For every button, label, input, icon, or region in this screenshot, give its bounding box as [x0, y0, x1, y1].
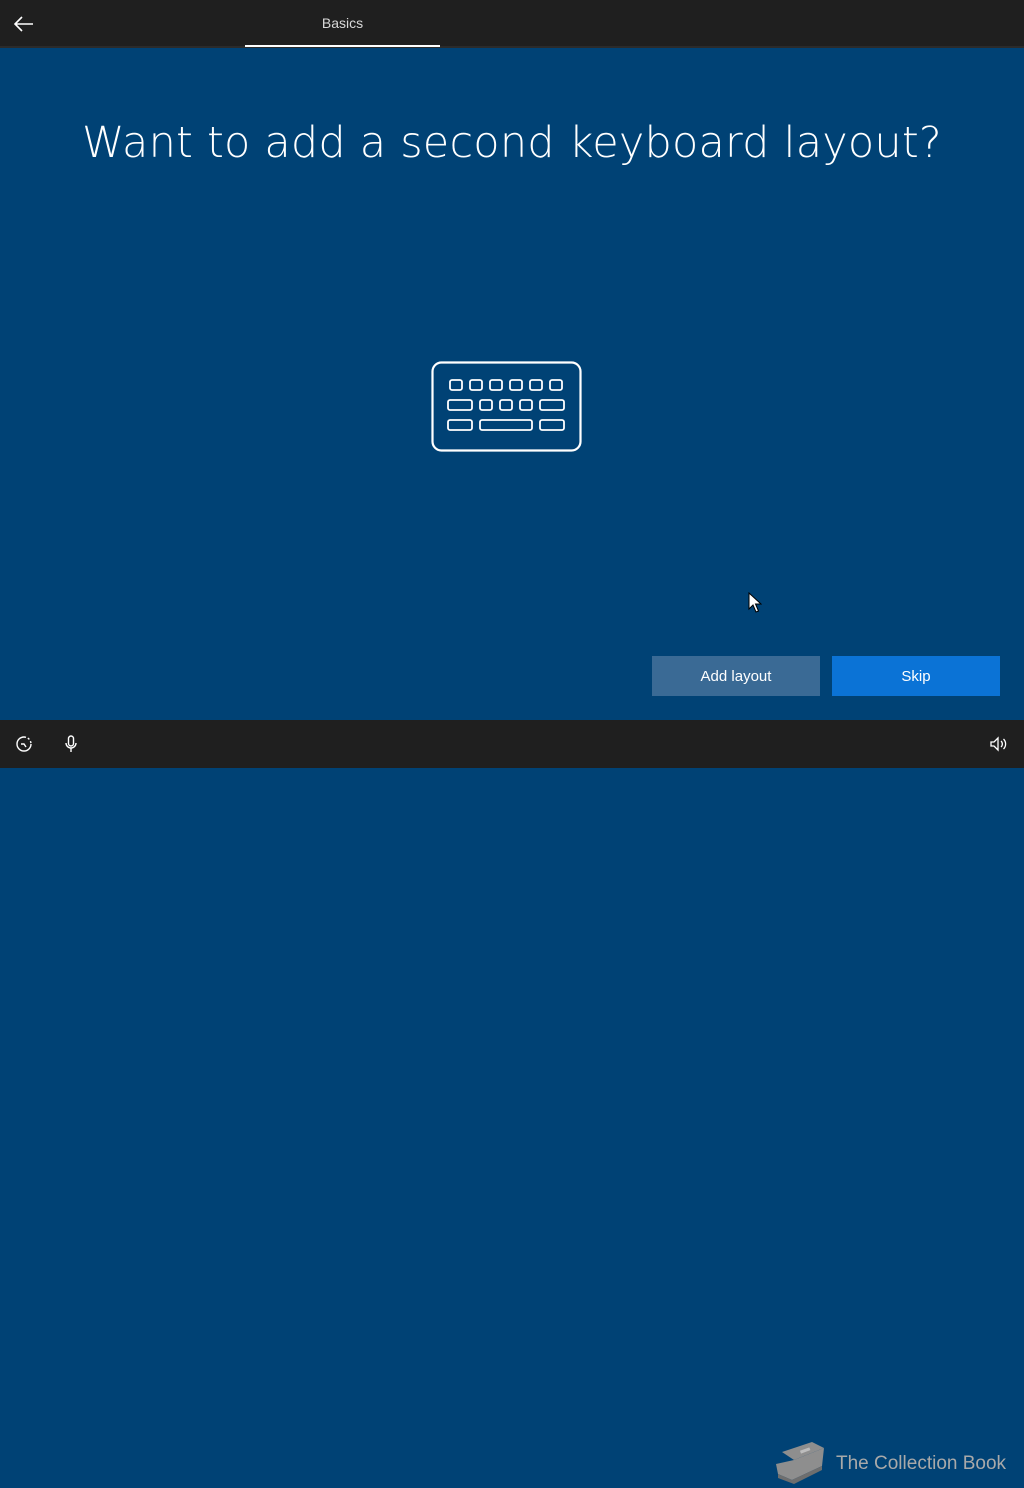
microphone-icon[interactable] — [59, 732, 83, 756]
mouse-pointer-icon — [748, 591, 763, 614]
watermark: The Collection Book — [772, 1440, 1006, 1488]
book-icon — [776, 1442, 824, 1484]
keyboard-icon — [431, 361, 582, 452]
ease-of-access-icon[interactable] — [12, 732, 36, 756]
bottom-bar: The Collection Book — [0, 720, 1024, 1484]
tab-basics[interactable]: Basics — [245, 0, 440, 46]
watermark-text: The Collection Book — [836, 1453, 1007, 1474]
volume-icon[interactable] — [986, 732, 1010, 756]
add-layout-button[interactable]: Add layout — [652, 656, 820, 696]
top-bar: Basics — [0, 0, 1024, 48]
tab-active-indicator — [245, 45, 440, 47]
back-arrow-icon[interactable] — [8, 8, 40, 40]
skip-button[interactable]: Skip — [832, 656, 1000, 696]
page-title: Want to add a second keyboard layout? — [82, 118, 942, 168]
